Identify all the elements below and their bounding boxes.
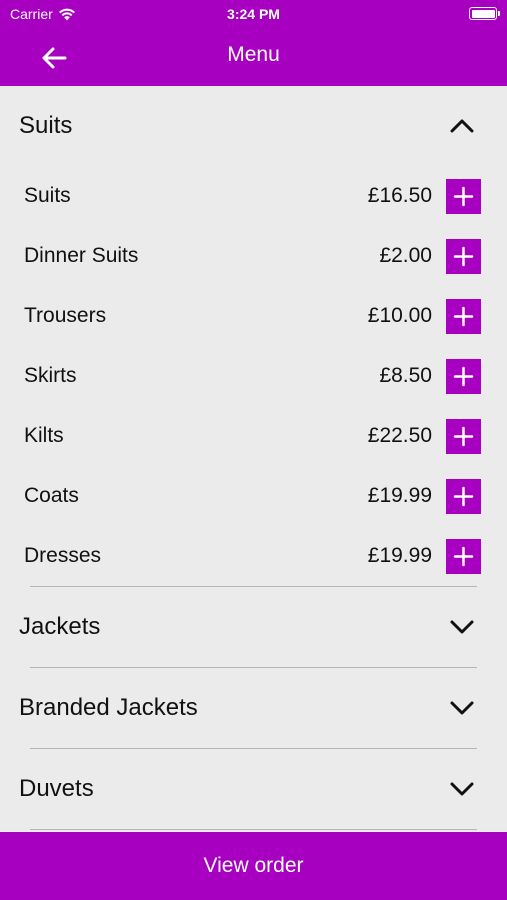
menu-item: Kilts £22.50: [0, 406, 507, 466]
item-price: £10.00: [367, 304, 432, 327]
section-header-jackets[interactable]: Jackets: [0, 587, 507, 667]
chevron-down-icon[interactable]: [447, 693, 477, 723]
nav-bar: Menu: [0, 28, 507, 86]
status-time: 3:24 PM: [227, 6, 280, 22]
item-name: Skirts: [24, 364, 77, 387]
top-bar: Carrier 3:24 PM Menu: [0, 0, 507, 86]
section-header-duvets[interactable]: Duvets: [0, 749, 507, 829]
add-item-button[interactable]: [446, 478, 481, 514]
section-title: Jackets: [19, 613, 101, 640]
menu-item: Dresses £19.99: [0, 526, 507, 586]
plus-icon: [453, 246, 474, 266]
view-order-button[interactable]: View order: [0, 832, 507, 900]
item-name: Kilts: [24, 424, 64, 447]
menu-item: Trousers £10.00: [0, 286, 507, 346]
add-item-button[interactable]: [446, 298, 481, 334]
add-item-button[interactable]: [446, 178, 481, 214]
item-price: £16.50: [367, 184, 432, 207]
menu-item: Suits £16.50: [0, 166, 507, 226]
status-bar: Carrier 3:24 PM: [0, 0, 507, 28]
item-price: £19.99: [367, 484, 432, 507]
item-price: £2.00: [379, 244, 432, 267]
section-title: Duvets: [19, 775, 94, 802]
view-order-label: View order: [203, 854, 304, 877]
add-item-button[interactable]: [446, 418, 481, 454]
plus-icon: [453, 486, 474, 506]
item-name: Dinner Suits: [24, 244, 139, 267]
section-header-branded-jackets[interactable]: Branded Jackets: [0, 668, 507, 748]
chevron-down-icon[interactable]: [447, 612, 477, 642]
item-price: £19.99: [367, 544, 432, 567]
menu-item: Coats £19.99: [0, 466, 507, 526]
item-name: Trousers: [24, 304, 107, 327]
plus-icon: [453, 186, 474, 206]
plus-icon: [453, 306, 474, 326]
section-title: Branded Jackets: [19, 694, 198, 721]
add-item-button[interactable]: [446, 538, 481, 574]
item-name: Coats: [24, 484, 79, 507]
item-name: Dresses: [24, 544, 102, 567]
plus-icon: [453, 366, 474, 386]
section-header-suits[interactable]: Suits: [0, 86, 507, 166]
page-title: Menu: [227, 43, 280, 66]
item-price: £22.50: [367, 424, 432, 447]
item-name: Suits: [24, 184, 71, 207]
add-item-button[interactable]: [446, 238, 481, 274]
add-item-button[interactable]: [446, 358, 481, 394]
section-divider: [30, 829, 477, 830]
plus-icon: [453, 546, 474, 566]
battery-icon: [469, 7, 500, 20]
menu-item: Skirts £8.50: [0, 346, 507, 406]
item-price: £8.50: [379, 364, 432, 387]
menu-item: Dinner Suits £2.00: [0, 226, 507, 286]
menu-list: Suits Suits £16.50 Dinner Suits £2.00 Tr…: [0, 86, 507, 832]
section-title: Suits: [19, 112, 73, 139]
plus-icon: [453, 426, 474, 446]
chevron-up-icon[interactable]: [447, 111, 477, 141]
chevron-down-icon[interactable]: [447, 774, 477, 804]
